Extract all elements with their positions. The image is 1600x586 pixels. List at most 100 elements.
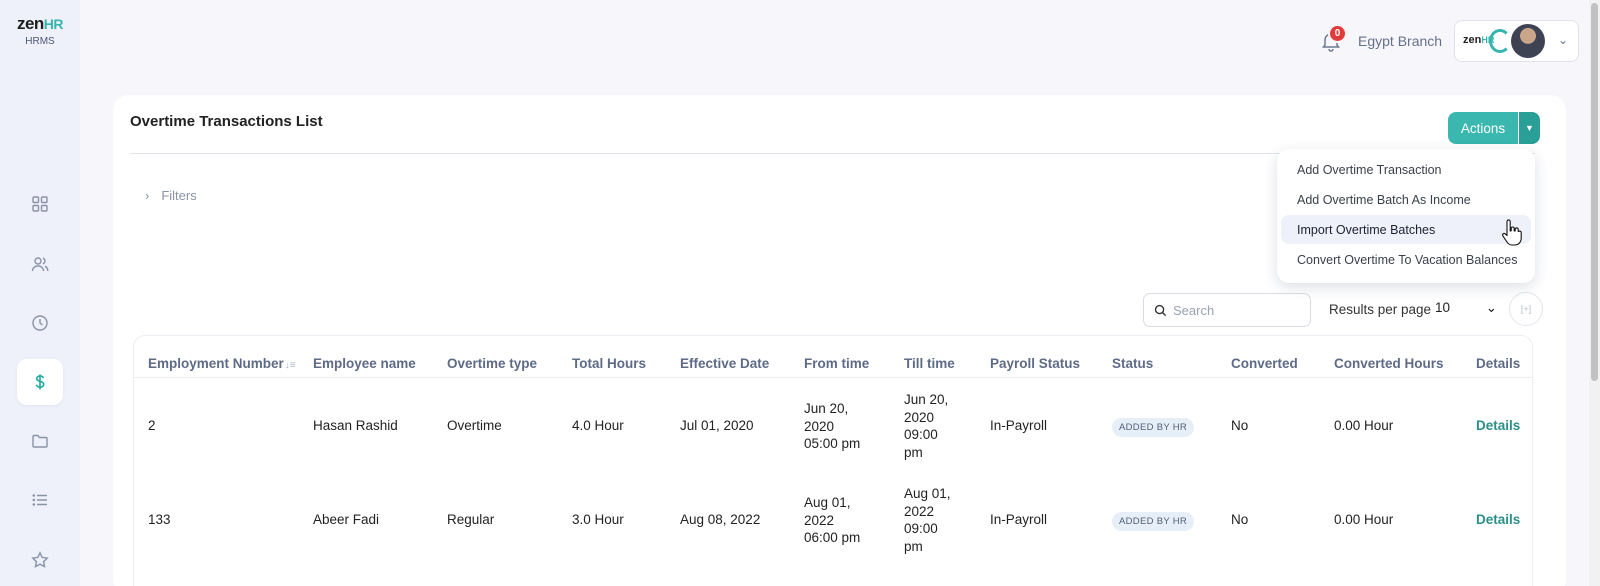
column-header-from-time[interactable]: From time: [804, 356, 869, 371]
results-per-page-value: 10: [1435, 300, 1451, 315]
column-header-label: Employment Number: [148, 356, 284, 371]
filters-label: Filters: [161, 188, 197, 203]
cell-employment-number: 133: [148, 512, 171, 527]
chevron-down-icon: ⌄: [1558, 33, 1569, 47]
cell-employee-name: Abeer Fadi: [313, 512, 380, 527]
sidebar-item-favorites[interactable]: [17, 537, 63, 583]
brand-logo[interactable]: zenHR HRMS: [10, 14, 70, 47]
dashboard-grid-icon: [32, 196, 48, 212]
menu-item-import-overtime-batches[interactable]: Import Overtime Batches: [1281, 215, 1531, 244]
till-time-line: pm: [904, 444, 923, 460]
column-header-converted-hours[interactable]: Converted Hours: [1334, 356, 1444, 371]
actions-dropdown-toggle[interactable]: ▼: [1518, 112, 1540, 144]
logo-accent-text: HR: [43, 16, 64, 32]
branch-name[interactable]: Egypt Branch: [1358, 33, 1442, 49]
actions-button-group[interactable]: Actions ▼: [1448, 112, 1540, 144]
column-header-details[interactable]: Details: [1476, 356, 1520, 371]
search-icon: [1154, 304, 1167, 316]
notification-count-badge: 0: [1328, 24, 1347, 43]
sort-icon[interactable]: ↓≡: [285, 360, 296, 371]
till-time-line: Aug 01,: [904, 486, 951, 501]
actions-button[interactable]: Actions: [1448, 112, 1518, 144]
cell-payroll-status: In-Payroll: [990, 512, 1048, 527]
search-box[interactable]: [1143, 293, 1311, 327]
cell-from-time: Aug 01, 2022 06:00 pm: [804, 494, 860, 547]
from-time-line: Aug 01,: [804, 495, 851, 510]
sidebar-item-documents[interactable]: [17, 418, 63, 464]
cell-from-time: Jun 20, 2020 05:00 pm: [804, 400, 860, 453]
column-header-payroll-status[interactable]: Payroll Status: [990, 356, 1080, 371]
results-per-page-select[interactable]: 10 ⌄: [1435, 300, 1497, 316]
avatar: [1511, 24, 1545, 58]
column-header-effective-date[interactable]: Effective Date: [680, 356, 769, 371]
cell-employment-number: 2: [148, 418, 156, 433]
list-icon: [32, 494, 47, 506]
cell-payroll-status: In-Payroll: [990, 418, 1048, 433]
header-divider: [134, 377, 1532, 378]
cell-total-hours: 3.0 Hour: [572, 512, 624, 527]
cell-converted: No: [1231, 418, 1249, 433]
from-time-line: 06:00 pm: [804, 530, 861, 545]
scrollbar-thumb[interactable]: [1591, 3, 1598, 381]
clock-icon: [32, 315, 48, 331]
sidebar-item-employees[interactable]: [17, 241, 63, 287]
sidebar-item-dashboard[interactable]: [17, 181, 63, 227]
cell-effective-date: Aug 08, 2022: [680, 512, 761, 527]
columns-icon: [+]: [1520, 304, 1532, 314]
status-badge: ADDED BY HR: [1112, 512, 1195, 531]
cell-converted-hours: 0.00 Hour: [1334, 512, 1394, 527]
product-name: HRMS: [25, 36, 55, 47]
company-logo-ring: [1489, 29, 1511, 53]
till-time-line: 09:00: [904, 521, 938, 536]
column-header-converted[interactable]: Converted: [1231, 356, 1298, 371]
sidebar-item-payroll[interactable]: [17, 359, 63, 405]
dollar-icon: [35, 374, 45, 390]
column-settings-button[interactable]: [+]: [1509, 292, 1543, 326]
people-icon: [31, 257, 49, 272]
column-header-total-hours[interactable]: Total Hours: [572, 356, 646, 371]
actions-dropdown-menu: Add Overtime Transaction Add Overtime Ba…: [1277, 149, 1535, 283]
details-link[interactable]: Details: [1476, 417, 1520, 435]
cell-converted: No: [1231, 512, 1249, 527]
caret-down-icon: ▼: [1525, 123, 1534, 133]
overtime-table: Employment Number↓≡ Employee name Overti…: [133, 335, 1533, 586]
logo-text: zen: [16, 14, 44, 33]
menu-item-convert-overtime-to-vacation-balances[interactable]: Convert Overtime To Vacation Balances: [1281, 245, 1531, 274]
menu-item-add-overtime-transaction[interactable]: Add Overtime Transaction: [1281, 155, 1531, 184]
till-time-line: 2022: [904, 503, 935, 519]
menu-item-add-overtime-batch-as-income[interactable]: Add Overtime Batch As Income: [1281, 185, 1531, 214]
column-header-status[interactable]: Status: [1112, 356, 1153, 371]
column-header-till-time[interactable]: Till time: [904, 356, 955, 371]
sidebar-item-reports[interactable]: [17, 477, 63, 523]
from-time-line: 05:00 pm: [804, 436, 861, 451]
till-time-line: 09:00: [904, 427, 938, 442]
column-header-overtime-type[interactable]: Overtime type: [447, 356, 537, 371]
filters-toggle[interactable]: › Filters: [145, 188, 197, 203]
chevron-right-icon: ›: [145, 188, 150, 203]
company-logo-text: zen: [1463, 34, 1482, 46]
search-input[interactable]: [1173, 302, 1293, 318]
hand-cursor-icon: [1502, 219, 1522, 246]
cell-total-hours: 4.0 Hour: [572, 418, 624, 433]
column-header-employee-name[interactable]: Employee name: [313, 356, 416, 371]
cell-till-time: Jun 20, 2020 09:00 pm: [904, 391, 948, 461]
till-time-line: 2020: [904, 409, 935, 425]
till-time-line: Jun 20,: [904, 392, 949, 407]
chevron-down-icon: ⌄: [1485, 300, 1497, 315]
user-menu[interactable]: zenHR ⌄: [1454, 20, 1579, 62]
sidebar-item-attendance[interactable]: [17, 300, 63, 346]
cell-till-time: Aug 01, 2022 09:00 pm: [904, 485, 951, 555]
from-time-line: Jun 20,: [804, 401, 849, 416]
cell-effective-date: Jul 01, 2020: [680, 418, 754, 433]
details-link[interactable]: Details: [1476, 511, 1520, 529]
cell-overtime-type: Overtime: [447, 418, 502, 433]
folder-icon: [32, 434, 48, 448]
cell-converted-hours: 0.00 Hour: [1334, 418, 1394, 433]
cell-status: ADDED BY HR: [1112, 511, 1195, 531]
status-badge: ADDED BY HR: [1112, 418, 1195, 437]
star-icon: [31, 551, 49, 568]
page-title: Overtime Transactions List: [130, 113, 323, 130]
cell-overtime-type: Regular: [447, 512, 495, 527]
column-header-employment-number[interactable]: Employment Number↓≡: [148, 356, 296, 371]
from-time-line: 2022: [804, 512, 835, 528]
